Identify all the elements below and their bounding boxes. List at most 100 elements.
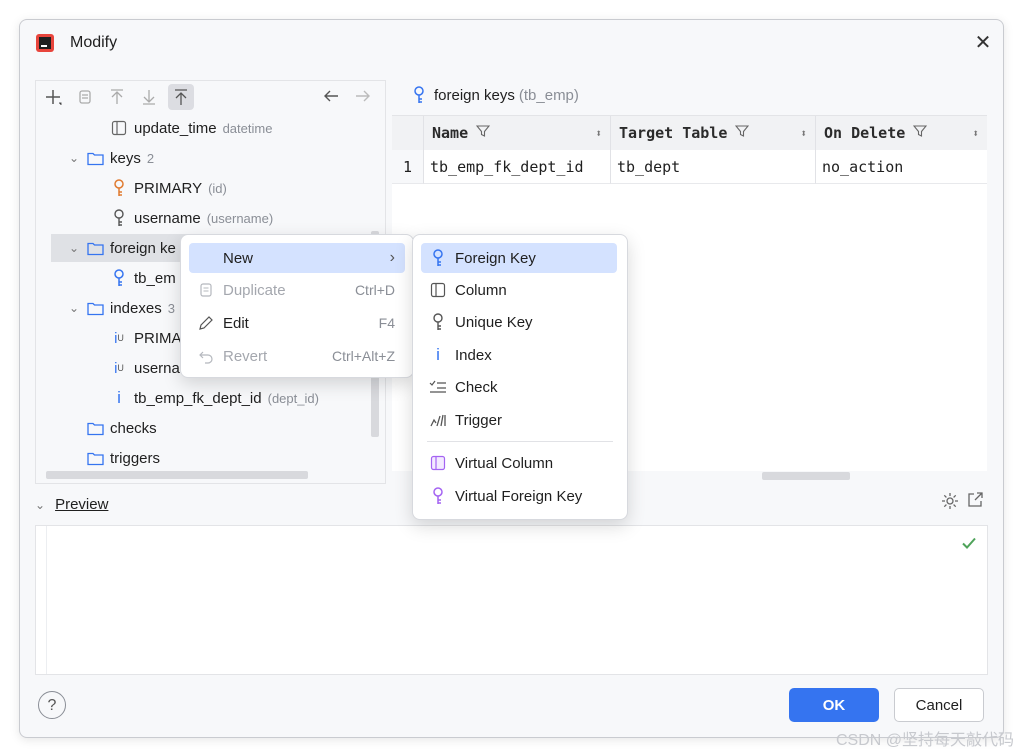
gutter-divider bbox=[46, 526, 47, 674]
right-panel-header: foreign keys (tb_emp) bbox=[410, 86, 579, 104]
submenu-item-index[interactable]: i Index bbox=[421, 340, 617, 370]
tree-item-fk-index[interactable]: i tb_emp_fk_dept_id (dept_id) bbox=[110, 384, 319, 412]
column-header-label: Target Table bbox=[619, 124, 728, 142]
row-number: 1 bbox=[392, 150, 424, 184]
submenu-item-foreign-key[interactable]: Foreign Key bbox=[421, 243, 617, 273]
cell-name[interactable]: tb_emp_fk_dept_id bbox=[424, 150, 611, 184]
tree-item-tb-emp-fk[interactable]: tb_em bbox=[110, 264, 176, 292]
tree-item-indexes[interactable]: ⌄ indexes 3 bbox=[66, 294, 175, 322]
copy-icon[interactable] bbox=[72, 84, 98, 110]
filter-icon[interactable] bbox=[913, 124, 928, 142]
menu-item-duplicate[interactable]: Duplicate Ctrl+D bbox=[189, 275, 405, 305]
tree-item-triggers[interactable]: triggers bbox=[86, 444, 160, 472]
move-top-icon[interactable] bbox=[168, 84, 194, 110]
close-icon[interactable]: ✕ bbox=[972, 32, 994, 54]
tree-item-label: userna bbox=[134, 359, 180, 377]
sort-icon[interactable]: ⬍ bbox=[800, 127, 807, 140]
sort-icon[interactable]: ⬍ bbox=[972, 127, 979, 140]
tree-item-label: foreign ke bbox=[110, 239, 176, 257]
app-logo-icon bbox=[36, 34, 54, 52]
tree-item-label: username bbox=[134, 209, 201, 227]
menu-item-new[interactable]: New › bbox=[189, 243, 405, 273]
primary-key-icon bbox=[110, 179, 128, 197]
undo-icon bbox=[197, 347, 215, 365]
tree-item-hint: (dept_id) bbox=[267, 390, 319, 406]
preview-editor[interactable] bbox=[35, 525, 988, 675]
menu-item-label: Unique Key bbox=[455, 313, 533, 331]
folder-icon bbox=[86, 149, 104, 167]
column-header-target-table[interactable]: Target Table ⬍ bbox=[611, 116, 816, 150]
menu-item-edit[interactable]: Edit F4 bbox=[189, 308, 405, 338]
menu-item-label: Check bbox=[455, 378, 498, 396]
open-external-icon[interactable] bbox=[966, 491, 984, 514]
chevron-down-icon[interactable]: ⌄ bbox=[66, 301, 82, 315]
column-icon bbox=[429, 281, 447, 299]
move-down-icon[interactable] bbox=[136, 84, 162, 110]
tree-item-username-key[interactable]: username (username) bbox=[110, 204, 273, 232]
tree-item-update-time[interactable]: update_time datetime bbox=[110, 114, 272, 142]
virtual-foreign-key-icon bbox=[429, 487, 447, 505]
filter-icon[interactable] bbox=[475, 124, 491, 142]
tree-item-primary-key[interactable]: PRIMARY (id) bbox=[110, 174, 227, 202]
folder-icon bbox=[86, 299, 104, 317]
add-icon[interactable] bbox=[40, 84, 66, 110]
tree-item-label: indexes bbox=[110, 299, 162, 317]
column-header-name[interactable]: Name ⬍ bbox=[424, 116, 611, 150]
watermark: CSDN @坚持每天敲代码 bbox=[835, 732, 1014, 749]
menu-item-label: Foreign Key bbox=[455, 249, 536, 267]
folder-icon bbox=[86, 419, 104, 437]
tree-item-keys[interactable]: ⌄ keys 2 bbox=[66, 144, 154, 172]
unique-key-icon bbox=[110, 209, 128, 227]
back-arrow-icon[interactable] bbox=[322, 87, 340, 110]
tree-item-label: tb_em bbox=[134, 269, 176, 287]
preview-toggle[interactable]: ⌄ Preview bbox=[35, 496, 108, 513]
tree-horizontal-scrollbar[interactable] bbox=[46, 471, 308, 479]
column-header-on-delete[interactable]: On Delete ⬍ bbox=[816, 116, 987, 150]
chevron-down-icon[interactable]: ⌄ bbox=[66, 241, 82, 255]
menu-item-shortcut: Ctrl+Alt+Z bbox=[331, 348, 395, 364]
tree-item-label: PRIMARY bbox=[134, 179, 203, 197]
cell-on-delete[interactable]: no_action bbox=[816, 150, 987, 184]
submenu-item-virtual-foreign-key[interactable]: Virtual Foreign Key bbox=[421, 481, 617, 511]
submenu-item-unique-key[interactable]: Unique Key bbox=[421, 307, 617, 337]
tree-item-primary-index[interactable]: iU PRIMA bbox=[110, 324, 181, 352]
forward-arrow-icon[interactable] bbox=[354, 87, 372, 110]
menu-item-revert[interactable]: Revert Ctrl+Alt+Z bbox=[189, 341, 405, 371]
help-button[interactable]: ? bbox=[38, 691, 66, 719]
menu-item-label: Virtual Foreign Key bbox=[455, 487, 583, 505]
tree-toolbar bbox=[40, 84, 194, 110]
cell-target-table[interactable]: tb_dept bbox=[611, 150, 816, 184]
tree-item-hint: 2 bbox=[146, 150, 155, 166]
sort-icon[interactable]: ⬍ bbox=[595, 127, 602, 140]
menu-item-label: Revert bbox=[223, 347, 268, 365]
filter-icon[interactable] bbox=[735, 124, 750, 142]
submenu-item-virtual-column[interactable]: Virtual Column bbox=[421, 448, 617, 478]
menu-item-label: New bbox=[223, 249, 254, 267]
grid-horizontal-scrollbar[interactable] bbox=[762, 472, 850, 480]
tree-item-checks[interactable]: checks bbox=[86, 414, 157, 442]
ok-button[interactable]: OK bbox=[789, 688, 879, 722]
cancel-button[interactable]: Cancel bbox=[894, 688, 984, 722]
context-menu: New › Duplicate Ctrl+D Edit F4 Revert Ct… bbox=[180, 234, 414, 378]
right-panel-title: foreign keys bbox=[434, 86, 515, 104]
menu-item-label: Virtual Column bbox=[455, 454, 554, 472]
submenu-item-trigger[interactable]: Trigger bbox=[421, 405, 617, 435]
submenu-item-check[interactable]: Check bbox=[421, 372, 617, 402]
tree-item-label: keys bbox=[110, 149, 141, 167]
foreign-key-icon bbox=[410, 86, 428, 104]
submenu-item-column[interactable]: Column bbox=[421, 275, 617, 305]
trigger-icon bbox=[429, 411, 447, 429]
tree-item-username-index[interactable]: iU userna bbox=[110, 354, 180, 382]
menu-item-shortcut: Ctrl+D bbox=[354, 282, 395, 298]
tree-item-hint: 3 bbox=[167, 300, 175, 316]
settings-icon[interactable] bbox=[940, 491, 960, 516]
duplicate-icon bbox=[197, 281, 215, 299]
tree-item-label: checks bbox=[110, 419, 157, 437]
index-icon: i bbox=[117, 388, 121, 407]
chevron-down-icon[interactable]: ⌄ bbox=[35, 498, 45, 512]
move-up-icon[interactable] bbox=[104, 84, 130, 110]
dialog-title: Modify bbox=[70, 34, 118, 51]
menu-item-label: Index bbox=[455, 346, 492, 364]
tree-item-label: triggers bbox=[110, 449, 161, 467]
chevron-down-icon[interactable]: ⌄ bbox=[66, 151, 82, 165]
